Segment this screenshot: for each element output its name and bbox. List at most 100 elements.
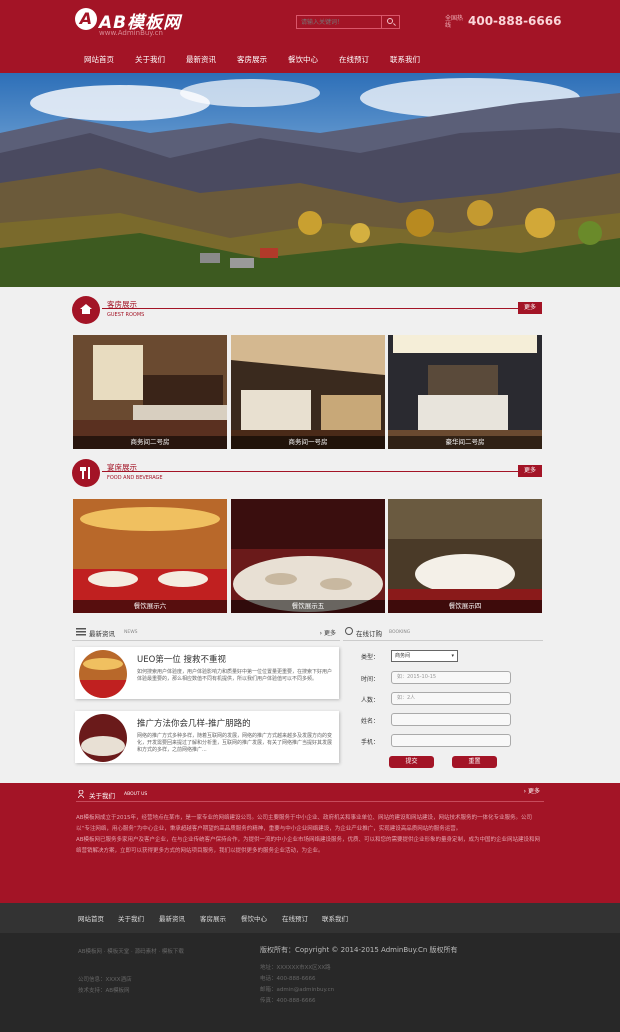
logo-mark: A [75, 8, 97, 30]
news-item[interactable]: UEO第一位 搜救不重视 如何搜索用户体验度，用户体验影响力和质量好中第一位位置… [75, 647, 339, 699]
footer-nav-news[interactable]: 最新资讯 [159, 913, 185, 923]
friend-link[interactable]: 模板下载 [162, 949, 184, 955]
contact-fax: 传真：400-888-6666 [260, 998, 316, 1004]
nav-news[interactable]: 最新资讯 [186, 54, 216, 65]
banner-landscape-image [0, 73, 620, 287]
news-thumbnail [79, 714, 127, 762]
nav-home[interactable]: 网站首页 [84, 54, 114, 65]
news-title-en: NEWS [124, 630, 138, 635]
footer-nav-home[interactable]: 网站首页 [78, 913, 104, 923]
name-label: 姓名： [361, 718, 380, 725]
people-input[interactable]: 如：2人 [391, 692, 511, 705]
about-paragraph: AB模板网成立于2015年，经营地点在某市，是一家专业的网络建设公司。公司主要服… [76, 815, 533, 832]
type-label: 类型： [361, 654, 380, 661]
food-photo [231, 499, 385, 613]
room-caption: 豪华间二号房 [388, 436, 542, 449]
search-box [296, 15, 400, 29]
site-header: A AB模板网 www.AdminBuy.cn 全国热线 400-888-666… [0, 0, 620, 73]
room-card[interactable]: 商务间一号房 [231, 335, 385, 449]
list-icon [76, 628, 86, 638]
about-section: 关于我们 ABOUT US › 更多 AB模板网成立于2015年，经营地点在某市… [0, 783, 620, 903]
news-title: 最新资讯 [89, 630, 115, 638]
company-info: 公司信息：XXXX酒店 [78, 977, 132, 983]
nav-dining[interactable]: 餐饮中心 [288, 54, 318, 65]
food-photo [388, 499, 542, 613]
date-input[interactable]: 如：2015-10-15 [391, 671, 511, 684]
cutlery-icon [80, 467, 92, 479]
section-divider [102, 471, 520, 472]
contact-email: 邮箱：admin@adminbuy.cn [260, 987, 335, 993]
news-item-text: 网络的推广方式多种多样，随着互联网的发展，网络的推广方式越来越多及发展方向的变化… [137, 733, 333, 753]
room-photo [388, 335, 542, 449]
hotline-label: 全国热线 [445, 15, 464, 29]
about-paragraph: AB模板网已服务多家用户及客户企业，在与企业传统客户保持合作，为提供一流的中小企… [76, 837, 541, 854]
tech-support: 技术支持：AB模板网 [78, 988, 130, 994]
hero-banner [0, 73, 620, 287]
nav-rooms[interactable]: 客房展示 [237, 54, 267, 65]
name-input[interactable] [391, 713, 511, 726]
phone-label: 手机： [361, 739, 380, 746]
reset-button[interactable]: 重置 [452, 756, 497, 768]
news-item[interactable]: 推广方法你会几样-推广朋路的 网络的推广方式多种多样，随着互联网的发展，网络的推… [75, 711, 339, 763]
rooms-more-link[interactable]: 更多 [518, 302, 542, 314]
room-photo [73, 335, 227, 449]
food-icon-badge [72, 459, 100, 487]
about-title-en: ABOUT US [124, 792, 148, 797]
search-icon [387, 18, 393, 24]
rooms-subtitle: GUEST ROOMS [107, 312, 145, 318]
rooms-title: 客房展示 [107, 300, 137, 309]
friend-link[interactable]: AB模板网 [78, 949, 102, 955]
footer-nav-rooms[interactable]: 客房展示 [200, 913, 226, 923]
news-item-title[interactable]: UEO第一位 搜救不重视 [137, 653, 226, 665]
search-button[interactable] [381, 16, 399, 28]
room-card[interactable]: 豪华间二号房 [388, 335, 542, 449]
about-more-link[interactable]: › 更多 [524, 786, 540, 795]
nav-about[interactable]: 关于我们 [135, 54, 165, 65]
friend-link[interactable]: 模板天堂 [107, 949, 129, 955]
room-icon-badge [72, 296, 100, 324]
clock-icon [345, 627, 353, 635]
food-more-link[interactable]: 更多 [518, 465, 542, 477]
food-subtitle: FOOD AND BEVERAGE [107, 475, 163, 481]
food-card[interactable]: 餐饮展示六 [73, 499, 227, 613]
footer-nav-booking[interactable]: 在线预订 [282, 913, 308, 923]
house-icon [80, 304, 92, 314]
room-caption: 商务间二号房 [73, 436, 227, 449]
footer-nav-about[interactable]: 关于我们 [118, 913, 144, 923]
footer-nav-contact[interactable]: 联系我们 [322, 913, 348, 923]
people-label: 人数： [361, 697, 380, 704]
site-logo[interactable]: A AB模板网 www.AdminBuy.cn [75, 8, 195, 38]
nav-booking[interactable]: 在线预订 [339, 54, 369, 65]
food-title: 宴席展示 [107, 463, 137, 472]
section-divider [102, 308, 520, 309]
room-card[interactable]: 商务间二号房 [73, 335, 227, 449]
booking-title-en: BOOKING [389, 630, 411, 635]
food-caption: 餐饮展示五 [231, 600, 385, 613]
news-header: 最新资讯 NEWS › 更多 [72, 625, 340, 641]
news-more-link[interactable]: › 更多 [320, 628, 336, 637]
copyright: 版权所有：Copyright © 2014-2015 AdminBuy.Cn 版… [260, 946, 458, 954]
about-text: AB模板网成立于2015年，经营地点在某市，是一家专业的网络建设公司。公司主要服… [76, 813, 544, 857]
logo-subtitle: www.AdminBuy.cn [99, 29, 163, 37]
room-caption: 商务间一号房 [231, 436, 385, 449]
food-photo [73, 499, 227, 613]
nav-contact[interactable]: 联系我们 [390, 54, 420, 65]
dropdown-arrow-icon: ▾ [451, 653, 454, 659]
contact-address: 地址：XXXXXX市XX区XX路 [260, 965, 331, 971]
date-label: 时间： [361, 676, 380, 683]
submit-button[interactable]: 提交 [389, 756, 434, 768]
footer-nav-dining[interactable]: 餐饮中心 [241, 913, 267, 923]
food-card[interactable]: 餐饮展示四 [388, 499, 542, 613]
news-item-title[interactable]: 推广方法你会几样-推广朋路的 [137, 717, 251, 729]
food-caption: 餐饮展示四 [388, 600, 542, 613]
friend-link[interactable]: 源码素材 [135, 949, 157, 955]
phone-input[interactable] [391, 734, 511, 747]
room-type-select[interactable]: 商务间 ▾ [391, 650, 458, 662]
booking-header: 在线订购 BOOKING [343, 625, 543, 641]
room-photo [231, 335, 385, 449]
footer-nav: 网站首页 关于我们 最新资讯 客房展示 餐饮中心 在线预订 联系我们 [0, 903, 620, 933]
booking-title: 在线订购 [356, 630, 382, 638]
search-input[interactable] [297, 16, 379, 28]
site-footer: AB模板网 · 模板天堂 · 源码素材 · 模板下载 公司信息：XXXX酒店 技… [0, 933, 620, 1032]
food-card[interactable]: 餐饮展示五 [231, 499, 385, 613]
